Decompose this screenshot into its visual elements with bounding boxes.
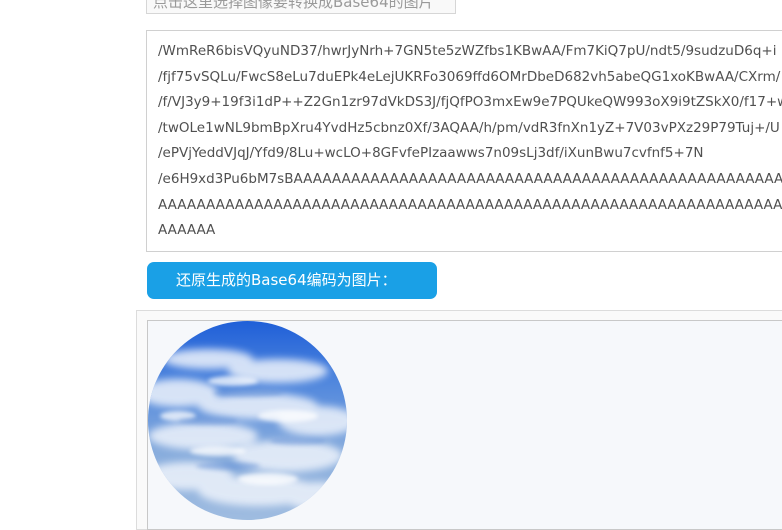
select-image-input[interactable]: 点击这里选择图像要转换成Base64的图片: [146, 0, 456, 14]
base64-line: /twOLe1wNL9bmBpXru4YvdHz5cbnz0Xf/3AQAA/h…: [158, 119, 780, 136]
base64-text: /WmReR6bisVQyuND37/hwrJyNrh+7GN5te5zWZfb…: [158, 39, 782, 244]
base64-line: /e6H9xd3Pu6bM7sBAAAAAAAAAAAAAAAAAAAAAAAA…: [158, 170, 782, 187]
sky-clouds-image: [148, 321, 347, 520]
base64-line: /ePVjYeddVJqJ/Yfd9/8Lu+wcLO+8GFvfePIzaaw…: [158, 145, 704, 162]
base64-output-textarea[interactable]: /WmReR6bisVQyuND37/hwrJyNrh+7GN5te5zWZfb…: [146, 30, 782, 252]
base64-line: /fjf75vSQLu/FwcS8eLu7duEPk4eLejUKRFo3069…: [158, 68, 781, 85]
base64-line: AAAAAA: [158, 222, 216, 239]
base64-line: /f/VJ3y9+19f3i1dP++Z2Gn1zr97dVkDS3J/fjQf…: [158, 94, 782, 111]
base64-line: AAAAAAAAAAAAAAAAAAAAAAAAAAAAAAAAAAAAAAAA…: [158, 196, 782, 213]
restore-image-button[interactable]: 还原生成的Base64编码为图片：: [147, 262, 437, 299]
base64-line: /WmReR6bisVQyuND37/hwrJyNrh+7GN5te5zWZfb…: [158, 43, 777, 59]
